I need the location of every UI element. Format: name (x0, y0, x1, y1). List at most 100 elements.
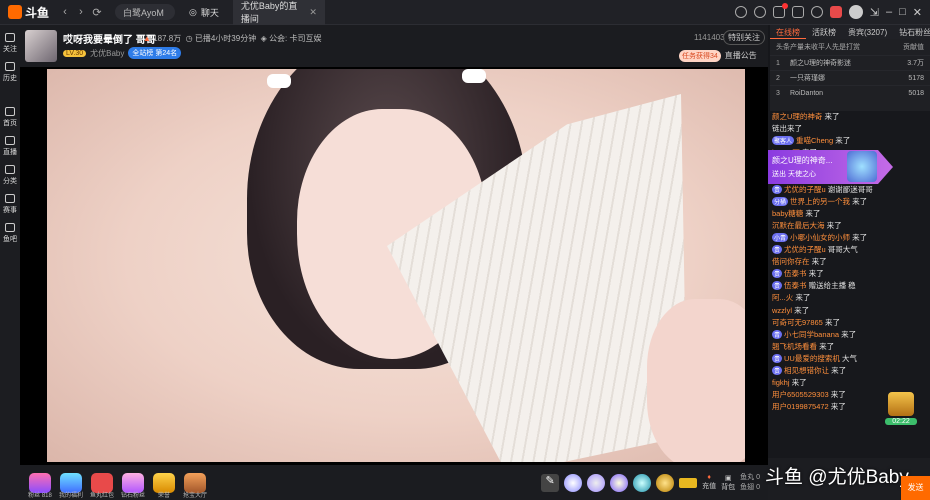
message-icon[interactable] (772, 3, 788, 18)
tab-active-rank[interactable]: 活跃榜 (806, 25, 842, 39)
heart-icon[interactable] (753, 6, 766, 18)
chat-username[interactable]: 阿...火 (772, 293, 793, 302)
chat-message[interactable]: 阿...火 来了 (768, 292, 930, 304)
chat-message[interactable]: 贵伍泰书 赠送给主播 稳 (768, 280, 930, 292)
chat-username[interactable]: wzzlyl (772, 306, 792, 315)
chat-message[interactable]: baby糖糖 来了 (768, 208, 930, 220)
announce-button[interactable]: 直播公告 (725, 50, 757, 62)
fans-button[interactable]: 粉丝 818 (28, 472, 52, 499)
chat-username[interactable]: UU最爱的搜索机 (784, 354, 840, 363)
treasure-box[interactable]: 02:22 (885, 392, 917, 432)
chat-username[interactable]: 用户6505529303 (772, 390, 829, 399)
task-button[interactable]: 任务获得34 (679, 50, 721, 62)
chat-message[interactable]: 翘飞机场看看 来了 (768, 341, 930, 353)
rocket-gift-icon[interactable] (610, 473, 629, 492)
tab-online-rank[interactable]: 在线榜 (770, 25, 806, 39)
chat-message[interactable]: 链出来了 (768, 123, 930, 135)
forward-arrow-icon[interactable]: › (73, 6, 89, 18)
chat-message[interactable]: 沉默在最后大海 来了 (768, 220, 930, 232)
rank-row[interactable]: 2 一只蒋瑾娜 5178 (770, 70, 930, 85)
chat-message[interactable]: wzzlyl 来了 (768, 305, 930, 317)
tab-diamond-fans[interactable]: 钻石粉丝 (893, 25, 930, 39)
unicorn-gift-icon[interactable] (587, 473, 606, 492)
wrench-gift-icon[interactable]: ✎ (541, 473, 560, 492)
backpack-button[interactable]: ▣ 背包 (721, 474, 735, 492)
chat-message[interactable]: 贵尤优的子醒u 谢谢鄙迷哥哥 (768, 184, 930, 196)
sidebar-item-fishbar[interactable]: 鱼吧 (3, 223, 17, 244)
tab-chat[interactable]: ◎ 聊天 (181, 0, 227, 25)
chat-username[interactable]: 伍泰书 (784, 269, 807, 278)
honor-button[interactable]: 荣誉 (153, 472, 175, 499)
chat-username[interactable]: 翘飞机场看看 (772, 342, 817, 351)
treasure-hall-button[interactable]: 抢宝大厅 (183, 472, 207, 499)
mail-icon[interactable] (791, 6, 804, 18)
chat-message[interactable]: 借问你存在 来了 (768, 256, 930, 268)
chat-message[interactable]: 贵伍泰书 来了 (768, 268, 930, 280)
back-arrow-icon[interactable]: ‹ (57, 6, 73, 18)
chat-message[interactable]: 小青 小哪小仙女的小师 来了 (768, 232, 930, 244)
gold-bar-gift-icon[interactable] (679, 477, 698, 488)
sidebar-item-follow[interactable]: 关注 (3, 33, 17, 54)
chat-username[interactable]: 沉默在最后大海 (772, 221, 825, 230)
rank-badge[interactable]: 全站榜 第24名 (128, 47, 182, 59)
tab-close-icon[interactable]: ✕ (309, 7, 317, 18)
chat-message[interactable]: 青小七同学banana 来了 (768, 329, 930, 341)
refresh-icon[interactable]: ⟳ (89, 6, 105, 19)
chat-username[interactable]: figkhj (772, 378, 790, 387)
chat-message[interactable]: 分桶 世界上的另一个我 来了 (768, 196, 930, 208)
angel-gift-icon[interactable] (564, 473, 583, 492)
sidebar-item-history[interactable]: 历史 (3, 62, 17, 83)
chat-username[interactable]: 重喵Cheng (796, 136, 833, 145)
clock-icon[interactable] (734, 6, 747, 18)
chat-message[interactable]: 颜之U理的神奇 来了 (768, 111, 930, 123)
chat-username[interactable]: 用户0199875472 (772, 402, 829, 411)
chat-username[interactable]: 世界上的另一个我 (790, 197, 850, 206)
live-video-frame[interactable] (47, 69, 745, 462)
chat-message[interactable]: 可奇可无97865 来了 (768, 317, 930, 329)
chat-username[interactable]: 小七同学banana (784, 330, 839, 339)
chat-username[interactable]: 颜之U理的神奇 (772, 112, 822, 121)
sidebar-item-home[interactable]: 首页 (3, 107, 17, 128)
fishball-label: 鱼丸 (740, 473, 755, 481)
chat-username[interactable]: 可奇可无97865 (772, 318, 823, 327)
chat-message[interactable]: 聚客人 重喵Cheng 来了 (768, 135, 930, 147)
minimize-icon[interactable]: – (886, 6, 892, 18)
maximize-icon[interactable]: □ (899, 6, 906, 18)
chat-username[interactable]: 小哪小仙女的小师 (790, 233, 850, 242)
send-button[interactable]: 发送 (901, 476, 930, 500)
fishball-gift-icon[interactable] (656, 473, 675, 492)
redpacket-button[interactable]: 鱼丸红包 (90, 472, 114, 499)
chat-username[interactable]: baby糖糖 (772, 209, 803, 218)
sidebar-item-category[interactable]: 分类 (3, 165, 17, 186)
charge-button[interactable]: ♦ 充值 (702, 474, 716, 491)
address-tab[interactable]: 白鹭AyoM (115, 4, 176, 20)
anchor-name[interactable]: 尤优Baby (90, 48, 124, 59)
pin-icon[interactable]: ⇲ (870, 6, 879, 19)
welfare-button[interactable]: 我的福利 (59, 472, 83, 499)
tab-vip[interactable]: 贵宾(3207) (842, 25, 893, 39)
chat-username[interactable]: 尤优的子醒u (784, 245, 826, 254)
chat-message[interactable]: 贵相见想错你让 来了 (768, 365, 930, 377)
planet-gift-icon[interactable] (633, 473, 652, 492)
video-player[interactable] (20, 67, 768, 465)
chat-username[interactable]: 借问你存在 (772, 257, 810, 266)
rank-row[interactable]: 1 颜之U理的神奇影迷 3.7万 (770, 55, 930, 70)
diamond-fans-button[interactable]: 钻石粉丝 (121, 472, 145, 499)
douyu-logo[interactable]: 斗鱼 (0, 4, 57, 21)
chat-message[interactable]: 贵 UU最爱的搜索机 大气 (768, 353, 930, 365)
chat-message[interactable]: figkhj 来了 (768, 377, 930, 389)
chat-username[interactable]: 伍泰书 (784, 281, 807, 290)
gift-icon[interactable] (829, 6, 842, 18)
chat-username[interactable]: 尤优的子醒u (784, 185, 826, 194)
chat-username[interactable]: 相见想错你让 (784, 366, 829, 375)
follow-button[interactable]: 特别关注 (723, 30, 765, 45)
tab-live-room[interactable]: 尤优Baby的直播间 ✕ (232, 0, 325, 25)
sidebar-item-live[interactable]: 直播 (3, 136, 17, 157)
settings-icon[interactable] (810, 6, 823, 18)
anchor-avatar[interactable] (25, 30, 57, 62)
user-avatar[interactable] (848, 5, 863, 19)
rank-row[interactable]: 3 RoiDanton 5018 (770, 85, 930, 100)
chat-message[interactable]: 贵尤优的子醒u 哥哥大气 (768, 244, 930, 256)
close-icon[interactable]: ✕ (913, 6, 922, 19)
sidebar-item-match[interactable]: 赛事 (3, 194, 17, 215)
